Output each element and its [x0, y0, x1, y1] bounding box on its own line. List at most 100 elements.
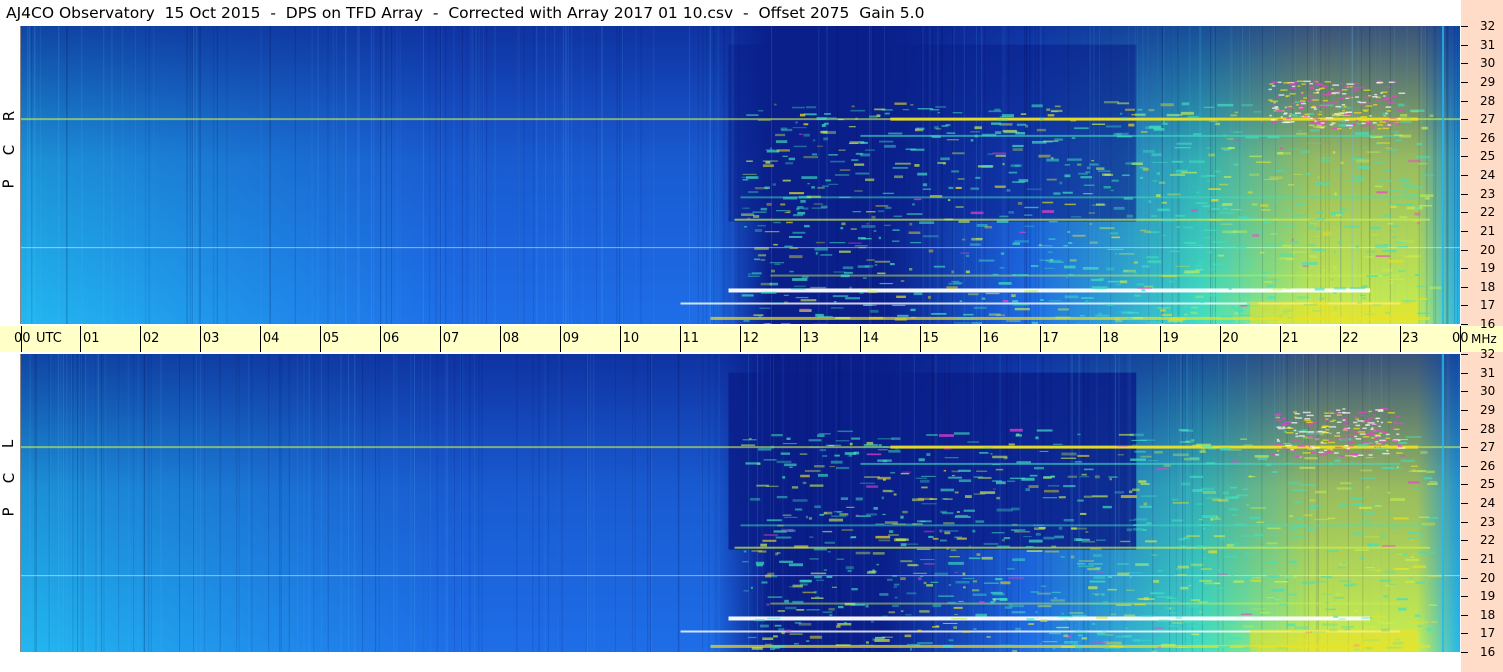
- noise-streak: [619, 26, 621, 324]
- noise-streak: [966, 354, 968, 652]
- signal-speckle: [861, 288, 872, 290]
- signal-speckle: [1366, 250, 1376, 253]
- signal-speckle: [1376, 191, 1388, 194]
- noise-streak: [565, 26, 567, 324]
- signal-speckle: [910, 308, 916, 312]
- signal-speckle: [1178, 538, 1186, 541]
- burst-pixel: [1355, 424, 1361, 427]
- signal-speckle: [809, 536, 814, 538]
- signal-speckle: [981, 556, 993, 560]
- signal-speckle: [1212, 626, 1220, 628]
- signal-speckle: [782, 179, 791, 182]
- noise-streak: [650, 354, 652, 652]
- signal-speckle: [921, 475, 936, 477]
- noise-streak: [1369, 26, 1371, 324]
- noise-streak: [473, 354, 475, 652]
- noise-streak: [1071, 354, 1073, 652]
- signal-speckle: [1101, 593, 1105, 596]
- noise-streak: [50, 354, 52, 652]
- noise-streak: [481, 354, 483, 652]
- signal-speckle: [745, 176, 759, 179]
- signal-speckle: [1408, 470, 1423, 472]
- signal-speckle: [801, 275, 809, 279]
- signal-speckle: [1279, 588, 1285, 591]
- burst-pixel: [1337, 114, 1344, 116]
- noise-streak: [1388, 354, 1390, 652]
- signal-speckle: [1039, 642, 1042, 645]
- signal-speckle: [1091, 593, 1102, 595]
- signal-speckle: [799, 583, 808, 586]
- signal-speckle: [942, 512, 954, 515]
- burst-pixel: [1392, 440, 1398, 442]
- signal-speckle: [1126, 214, 1133, 218]
- signal-speckle: [822, 611, 833, 614]
- burst-pixel: [1343, 113, 1351, 115]
- signal-speckle: [1233, 131, 1243, 133]
- signal-speckle: [889, 530, 894, 534]
- noise-streak: [981, 26, 983, 324]
- frequency-tick-label: 26: [1480, 458, 1496, 473]
- signal-speckle: [762, 160, 778, 162]
- polarization-letter: P: [0, 507, 18, 517]
- signal-speckle: [1260, 611, 1271, 614]
- signal-speckle: [884, 521, 898, 524]
- signal-speckle: [747, 217, 750, 219]
- signal-speckle: [917, 629, 922, 633]
- signal-speckle: [1062, 191, 1073, 194]
- signal-speckle: [1102, 600, 1108, 603]
- signal-speckle: [777, 610, 785, 612]
- noise-streak: [708, 354, 710, 652]
- noise-streak: [1157, 26, 1159, 324]
- signal-speckle: [1278, 152, 1292, 155]
- burst-pixel: [1373, 414, 1376, 416]
- signal-speckle: [1048, 300, 1061, 302]
- signal-speckle: [1222, 246, 1236, 249]
- burst-pixel: [1334, 113, 1341, 115]
- signal-speckle: [1350, 461, 1354, 463]
- signal-speckle: [916, 520, 932, 523]
- signal-speckle: [1371, 615, 1386, 618]
- noise-streak: [1295, 26, 1297, 324]
- burst-pixel: [1274, 106, 1279, 108]
- signal-speckle: [1334, 287, 1347, 290]
- signal-speckle: [770, 302, 784, 304]
- burst-pixel: [1272, 453, 1276, 456]
- signal-speckle: [1079, 476, 1090, 478]
- signal-speckle: [1191, 633, 1200, 636]
- time-tick-label: 09: [562, 331, 580, 346]
- burst-pixel: [1302, 452, 1311, 454]
- noise-streak: [311, 26, 313, 324]
- signal-speckle: [1167, 320, 1183, 323]
- burst-pixel: [1310, 445, 1315, 448]
- signal-speckle: [1115, 320, 1123, 323]
- signal-speckle: [761, 581, 768, 584]
- signal-speckle: [1279, 242, 1284, 245]
- burst-pixel: [1353, 421, 1358, 424]
- signal-speckle: [1374, 505, 1382, 507]
- signal-speckle: [992, 455, 1008, 459]
- signal-speckle: [871, 215, 876, 219]
- burst-pixel: [1287, 426, 1291, 429]
- signal-speckle: [1401, 300, 1416, 302]
- signal-speckle: [1405, 580, 1415, 583]
- signal-speckle: [1383, 595, 1389, 598]
- signal-speckle: [999, 598, 1008, 602]
- noise-streak: [60, 354, 62, 652]
- signal-speckle: [1322, 623, 1338, 626]
- burst-pixel: [1291, 85, 1296, 88]
- signal-speckle: [1134, 603, 1146, 606]
- signal-speckle: [791, 106, 805, 109]
- signal-speckle: [1370, 226, 1381, 230]
- noise-streak: [320, 354, 322, 652]
- signal-speckle: [1211, 199, 1219, 202]
- signal-speckle: [1109, 645, 1124, 648]
- signal-speckle: [1206, 497, 1219, 499]
- burst-pixel: [1385, 106, 1392, 108]
- signal-speckle: [778, 628, 785, 631]
- noise-streak: [935, 354, 937, 652]
- signal-speckle: [992, 464, 1001, 466]
- burst-pixel: [1382, 452, 1390, 455]
- signal-speckle: [892, 604, 899, 608]
- signal-speckle: [773, 221, 781, 224]
- signal-speckle: [1024, 225, 1035, 227]
